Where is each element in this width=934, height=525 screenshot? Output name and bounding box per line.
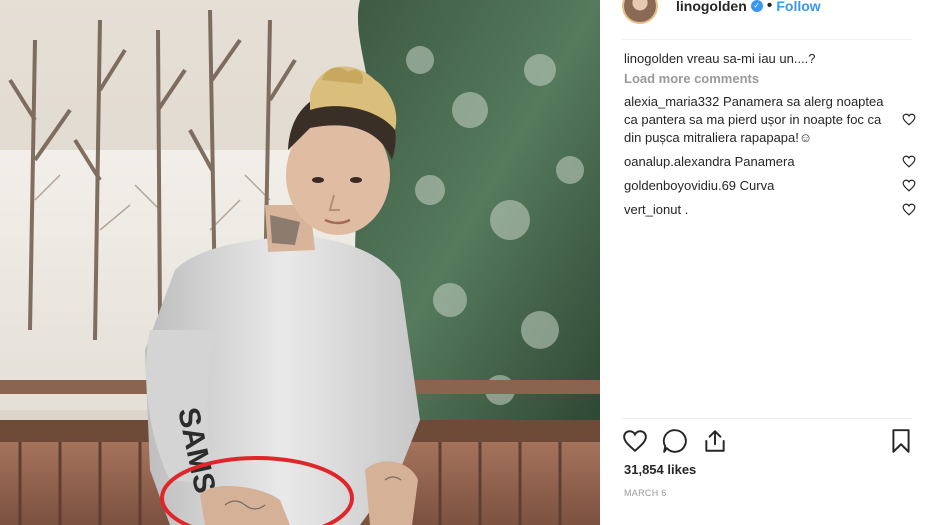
- divider: [622, 418, 912, 419]
- post-photo[interactable]: SAMS: [0, 0, 600, 525]
- caption-username[interactable]: linogolden: [624, 51, 683, 66]
- heart-icon[interactable]: [622, 428, 648, 454]
- comment-icon[interactable]: [662, 428, 688, 454]
- post-side-panel: linogolden ✓ • Follow linogolden vreau s…: [600, 0, 934, 525]
- like-comment-icon[interactable]: [902, 155, 916, 168]
- comment: alexia_maria332 Panamera sa alerg noapte…: [624, 93, 916, 147]
- action-bar: [622, 428, 914, 456]
- comment-username[interactable]: goldenboyovidiu.69: [624, 178, 736, 193]
- bookmark-icon[interactable]: [888, 428, 914, 454]
- comment-text: .: [684, 202, 689, 217]
- post-header: linogolden ✓ • Follow: [622, 0, 821, 24]
- comment: oanalup.alexandra Panamera: [624, 153, 916, 171]
- share-icon[interactable]: [702, 428, 728, 454]
- like-comment-icon[interactable]: [902, 179, 916, 192]
- comment-username[interactable]: oanalup.alexandra: [624, 154, 731, 169]
- comment-username[interactable]: vert_ionut: [624, 202, 681, 217]
- post-username[interactable]: linogolden: [676, 0, 747, 14]
- like-comment-icon[interactable]: [902, 113, 916, 126]
- avatar[interactable]: [622, 0, 658, 24]
- header-dot: •: [766, 0, 773, 14]
- comment-username[interactable]: alexia_maria332: [624, 94, 719, 109]
- post-image: SAMS: [0, 0, 600, 525]
- comment-list: linogolden vreau sa-mi iau un....? Load …: [624, 50, 916, 225]
- likes-count[interactable]: 31,854 likes: [624, 462, 696, 477]
- comment-text: Panamera: [734, 154, 795, 169]
- divider: [622, 39, 912, 40]
- comment: goldenboyovidiu.69 Curva: [624, 177, 916, 195]
- caption-text: vreau sa-mi iau un....?: [686, 51, 816, 66]
- like-comment-icon[interactable]: [902, 203, 916, 216]
- follow-button[interactable]: Follow: [776, 0, 820, 14]
- post-date[interactable]: MARCH 6: [624, 488, 667, 498]
- load-more-comments-button[interactable]: Load more comments: [624, 71, 916, 86]
- verified-icon: ✓: [750, 0, 763, 12]
- comment: vert_ionut .: [624, 201, 916, 219]
- caption: linogolden vreau sa-mi iau un....?: [624, 50, 916, 68]
- comment-text: Curva: [739, 178, 775, 193]
